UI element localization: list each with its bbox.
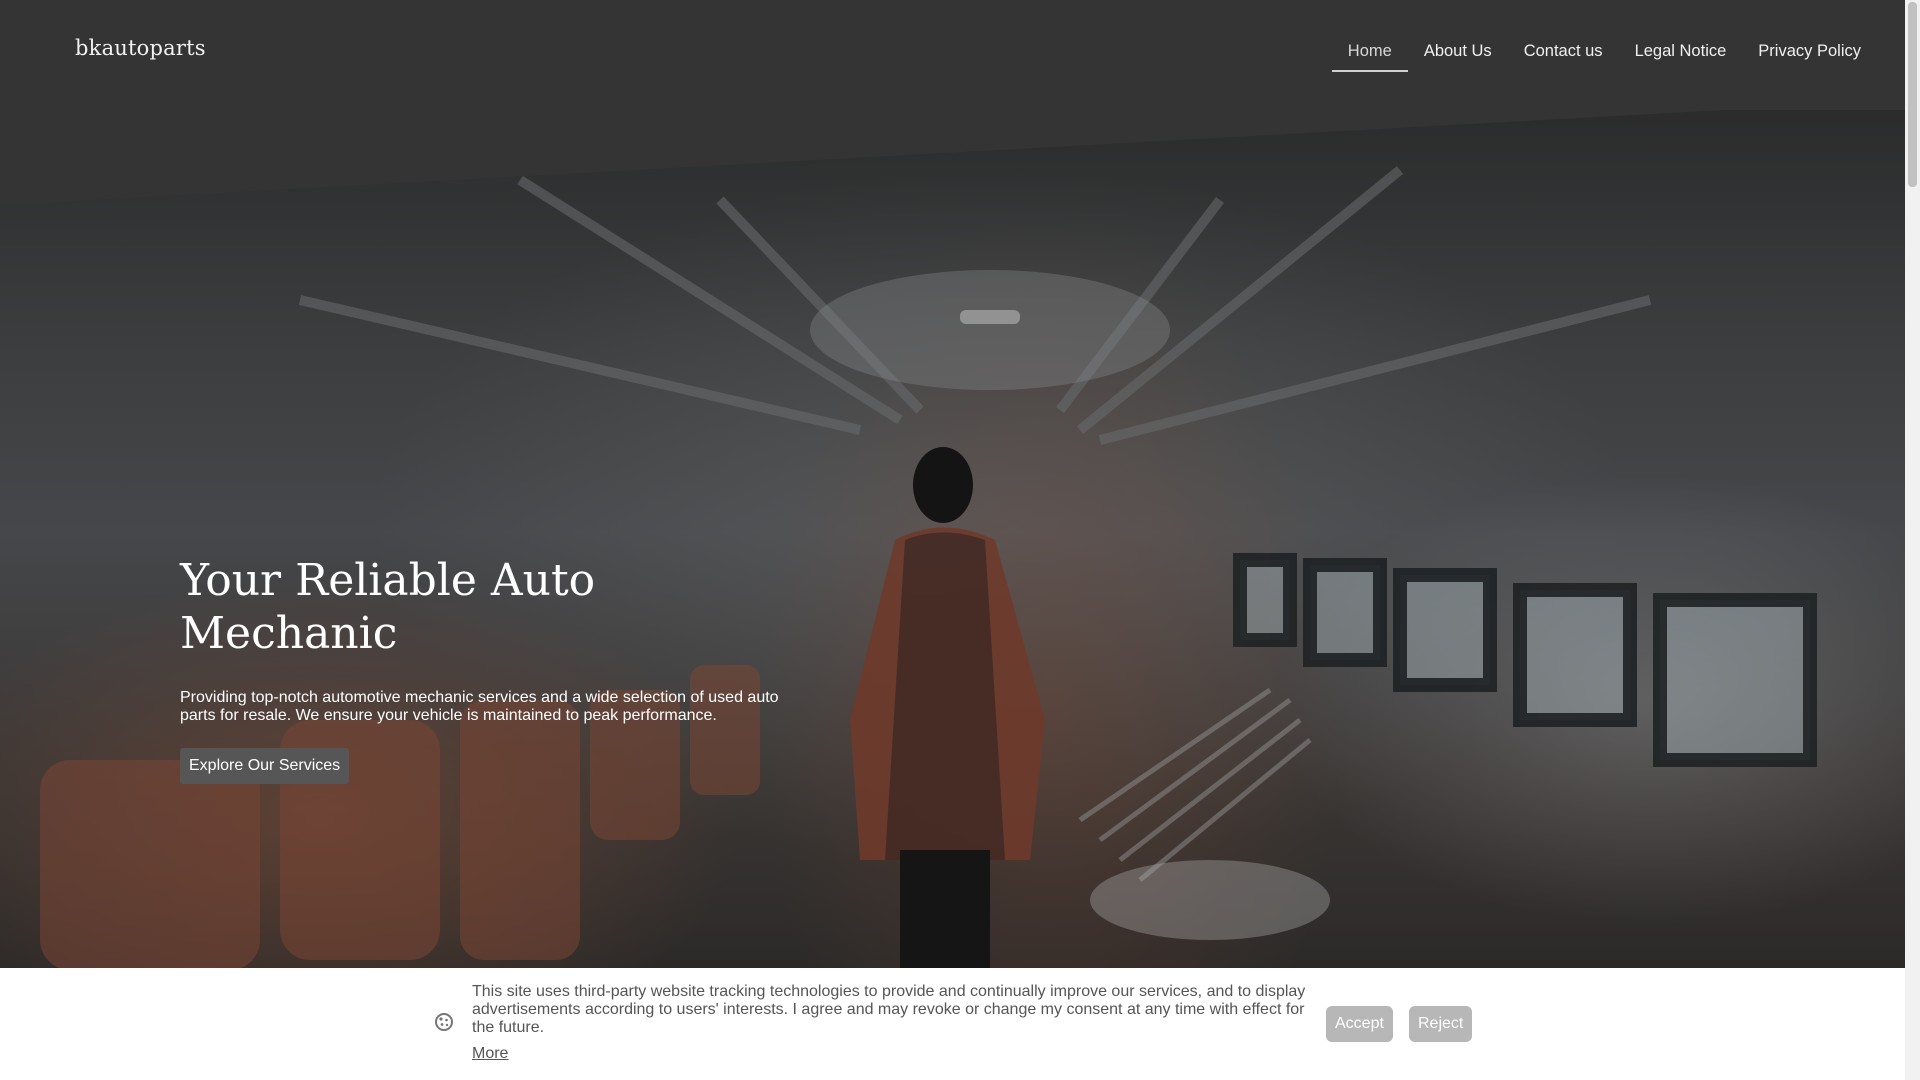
hero-content: Your Reliable Auto Mechanic Providing to… xyxy=(180,555,820,784)
cookie-more-link[interactable]: More xyxy=(472,1045,508,1063)
page-scrollbar[interactable] xyxy=(1905,0,1920,1080)
explore-services-button[interactable]: Explore Our Services xyxy=(180,747,350,784)
cookie-consent-text: This site uses third-party website track… xyxy=(472,983,1306,1036)
scrollbar-thumb[interactable] xyxy=(1908,2,1917,187)
site-header: bkautoparts Home About Us Contact us Leg… xyxy=(0,0,1905,110)
page: bkautoparts Home About Us Contact us Leg… xyxy=(0,0,1920,1080)
nav-about-us[interactable]: About Us xyxy=(1408,31,1508,72)
accept-button[interactable]: Accept xyxy=(1326,1006,1393,1042)
main-nav: Home About Us Contact us Legal Notice Pr… xyxy=(1331,30,1905,72)
cookie-icon xyxy=(434,1012,454,1037)
person-silhouette xyxy=(850,447,1045,968)
brand-logo[interactable]: bkautoparts xyxy=(75,36,206,60)
nav-home[interactable]: Home xyxy=(1331,31,1408,72)
nav-legal-notice[interactable]: Legal Notice xyxy=(1619,31,1743,72)
nav-privacy-policy[interactable]: Privacy Policy xyxy=(1742,31,1905,72)
reject-button[interactable]: Reject xyxy=(1409,1006,1473,1042)
nav-contact-us[interactable]: Contact us xyxy=(1508,31,1619,72)
hero-description: Providing top-notch automotive mechanic … xyxy=(180,688,779,724)
hero-title: Your Reliable Auto Mechanic xyxy=(180,555,596,659)
